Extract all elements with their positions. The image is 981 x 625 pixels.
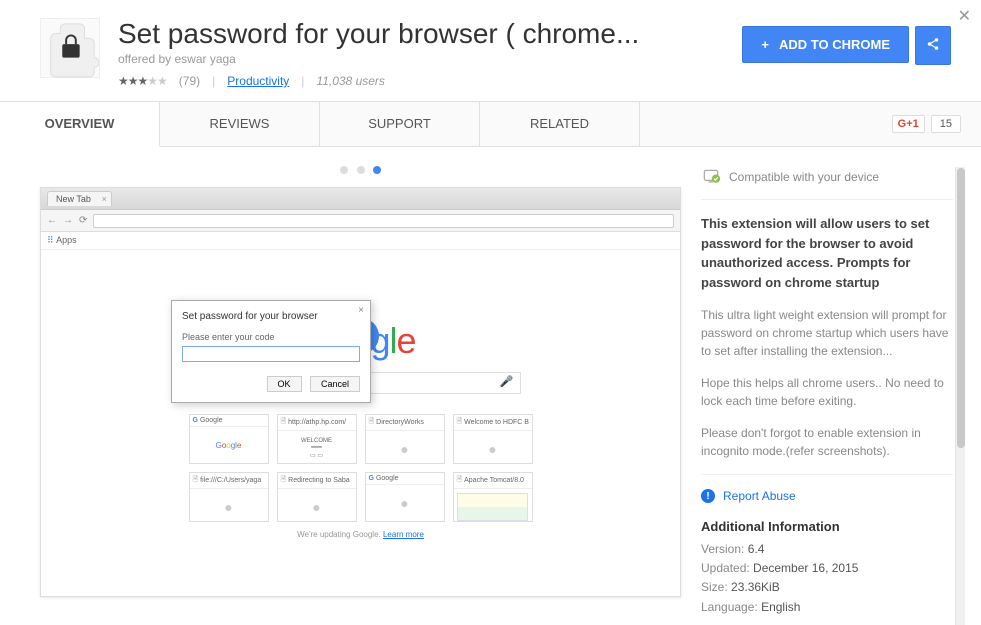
reload-icon: ⟳ bbox=[79, 215, 87, 226]
dialog-ok-button[interactable]: OK bbox=[267, 376, 302, 392]
description-p2: Hope this helps all chrome users.. No ne… bbox=[701, 374, 953, 410]
header: Set password for your browser ( chrome..… bbox=[0, 0, 981, 102]
forward-icon: → bbox=[63, 215, 73, 226]
apps-bar: Apps bbox=[41, 232, 680, 250]
extension-icon bbox=[40, 18, 100, 78]
description-p3: Please don't forgot to enable extension … bbox=[701, 424, 953, 460]
tab-bar: OVERVIEW REVIEWS SUPPORT RELATED G+1 15 bbox=[0, 102, 981, 147]
pager-dot[interactable] bbox=[340, 166, 348, 174]
summary: This extension will allow users to set p… bbox=[701, 214, 953, 292]
info-language: Language: English bbox=[701, 598, 953, 617]
report-abuse-link[interactable]: ! Report Abuse bbox=[701, 489, 953, 503]
most-visited-tile: Google● bbox=[365, 472, 445, 522]
user-count: 11,038 users bbox=[316, 74, 385, 88]
dialog-prompt: Please enter your code bbox=[182, 332, 360, 342]
share-button[interactable] bbox=[915, 26, 951, 65]
info-updated: Updated: December 16, 2015 bbox=[701, 559, 953, 578]
dialog-close-icon[interactable]: × bbox=[358, 305, 364, 316]
add-to-chrome-button[interactable]: + ADD TO CHROME bbox=[742, 26, 909, 63]
most-visited-tile: DirectoryWorks● bbox=[365, 414, 445, 464]
star-rating: ★★★★★ bbox=[118, 74, 167, 88]
info-version: Version: 6.4 bbox=[701, 540, 953, 559]
additional-info-title: Additional Information bbox=[701, 519, 953, 534]
footer-text: We're updating Google. Learn more bbox=[41, 530, 680, 539]
carousel-pager bbox=[40, 147, 681, 187]
description-p1: This ultra light weight extension will p… bbox=[701, 306, 953, 360]
screenshot-preview: New Tab ← → ⟳ Apps Google × Set password… bbox=[40, 187, 681, 597]
password-dialog: × Set password for your browser Please e… bbox=[171, 300, 371, 403]
dialog-input[interactable] bbox=[182, 346, 360, 362]
offered-by: offered by eswar yaga bbox=[118, 52, 742, 66]
dialog-title: Set password for your browser bbox=[182, 311, 360, 322]
pager-dot[interactable] bbox=[357, 166, 365, 174]
most-visited-tile: http://athp.hp.com/WELCOME━━━▭ ▭ bbox=[277, 414, 357, 464]
flag-icon: ! bbox=[701, 489, 715, 503]
most-visited-tile: Apache Tomcat/8.0 bbox=[453, 472, 533, 522]
scrollbar[interactable] bbox=[955, 167, 965, 625]
most-visited-tile: Welcome to HDFC B● bbox=[453, 414, 533, 464]
info-size: Size: 23.36KiB bbox=[701, 578, 953, 597]
address-bar: ← → ⟳ bbox=[41, 210, 680, 232]
sidebar: Compatible with your device This extensi… bbox=[701, 147, 961, 625]
plus-icon: + bbox=[761, 37, 769, 52]
tab-overview[interactable]: OVERVIEW bbox=[0, 102, 160, 147]
learn-more-link[interactable]: Learn more bbox=[383, 530, 424, 539]
back-icon: ← bbox=[47, 215, 57, 226]
compatibility: Compatible with your device bbox=[701, 167, 953, 200]
close-dialog[interactable]: ✕ bbox=[958, 6, 971, 26]
gplus-count: 15 bbox=[931, 115, 961, 133]
browser-tab: New Tab bbox=[47, 191, 112, 206]
gplus-button[interactable]: G+1 bbox=[892, 115, 925, 133]
tab-related[interactable]: RELATED bbox=[480, 102, 640, 146]
tab-support[interactable]: SUPPORT bbox=[320, 102, 480, 146]
tab-reviews[interactable]: REVIEWS bbox=[160, 102, 320, 146]
most-visited-tile: GoogleGoogle bbox=[189, 414, 269, 464]
most-visited-tile: file:///C:/Users/yaga● bbox=[189, 472, 269, 522]
extension-title: Set password for your browser ( chrome..… bbox=[118, 18, 742, 50]
category-link[interactable]: Productivity bbox=[227, 74, 289, 88]
pager-dot[interactable] bbox=[373, 166, 381, 174]
ratings-count: (79) bbox=[179, 74, 200, 88]
most-visited-tile: Redirecting to Saba● bbox=[277, 472, 357, 522]
dialog-cancel-button[interactable]: Cancel bbox=[310, 376, 360, 392]
